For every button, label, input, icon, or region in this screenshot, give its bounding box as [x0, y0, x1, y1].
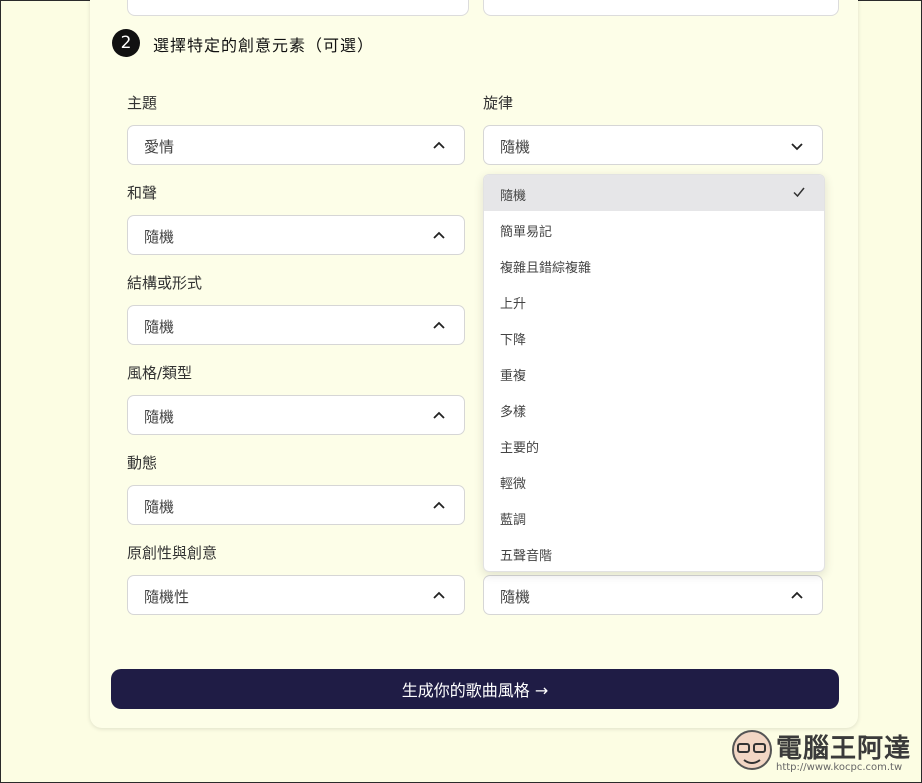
chevron-up-icon: [433, 231, 445, 239]
dynamics-label: 動態: [127, 454, 158, 472]
theme-label: 主題: [127, 94, 158, 112]
dropdown-option[interactable]: 藍調: [484, 499, 824, 535]
dropdown-option[interactable]: 重複: [484, 355, 824, 391]
style-genre-select[interactable]: 隨機: [127, 395, 465, 435]
watermark-brand: 電腦王阿達: [776, 734, 912, 764]
melody-label: 旋律: [483, 94, 514, 112]
right-bottom-select[interactable]: 隨機: [483, 575, 823, 615]
chevron-down-icon: [791, 143, 803, 151]
chevron-up-icon: [433, 321, 445, 329]
dropdown-option[interactable]: 下降: [484, 319, 824, 355]
structure-label: 結構或形式: [127, 274, 203, 292]
chevron-up-icon: [433, 591, 445, 599]
originality-label: 原創性與創意: [127, 544, 218, 562]
structure-select[interactable]: 隨機: [127, 305, 465, 345]
harmony-select[interactable]: 隨機: [127, 215, 465, 255]
style-genre-label: 風格/類型: [127, 364, 193, 382]
previous-field-left[interactable]: [127, 0, 469, 16]
generate-song-style-button[interactable]: 生成你的歌曲風格 →: [111, 669, 839, 709]
originality-select[interactable]: 隨機性: [127, 575, 465, 615]
step-number-badge: 2: [112, 29, 140, 57]
dropdown-option[interactable]: 複雜且錯綜複雜: [484, 247, 824, 283]
section-title: 選擇特定的創意元素（可選）: [153, 36, 375, 55]
harmony-label: 和聲: [127, 184, 158, 202]
melody-value: 隨機: [500, 138, 531, 156]
melody-dropdown-menu: 隨機 簡單易記 複雜且錯綜複雜 上升 下降 重複 多樣 主要的 輕微 藍調 五聲…: [483, 174, 825, 572]
watermark-url: http://www.kocpc.com.tw: [776, 762, 903, 773]
dropdown-option[interactable]: 隨機: [484, 175, 824, 211]
theme-select[interactable]: 愛情: [127, 125, 465, 165]
chevron-up-icon: [433, 411, 445, 419]
dropdown-option[interactable]: 主要的: [484, 427, 824, 463]
previous-field-right[interactable]: [483, 0, 839, 16]
checkmark-icon: [793, 187, 805, 198]
right-bottom-value: 隨機: [500, 588, 531, 606]
dropdown-option[interactable]: 多樣: [484, 391, 824, 427]
melody-select[interactable]: 隨機: [483, 125, 823, 165]
dropdown-option[interactable]: 輕微: [484, 463, 824, 499]
theme-value: 愛情: [144, 138, 175, 156]
chevron-up-icon: [433, 141, 445, 149]
originality-value: 隨機性: [144, 588, 190, 606]
dropdown-option[interactable]: 上升: [484, 283, 824, 319]
dropdown-option[interactable]: 五聲音階: [484, 535, 824, 571]
dropdown-option[interactable]: 簡單易記: [484, 211, 824, 247]
dynamics-value: 隨機: [144, 498, 175, 516]
dynamics-select[interactable]: 隨機: [127, 485, 465, 525]
harmony-value: 隨機: [144, 228, 175, 246]
structure-value: 隨機: [144, 318, 175, 336]
style-genre-value: 隨機: [144, 408, 175, 426]
chevron-up-icon: [791, 591, 803, 599]
chevron-up-icon: [433, 501, 445, 509]
